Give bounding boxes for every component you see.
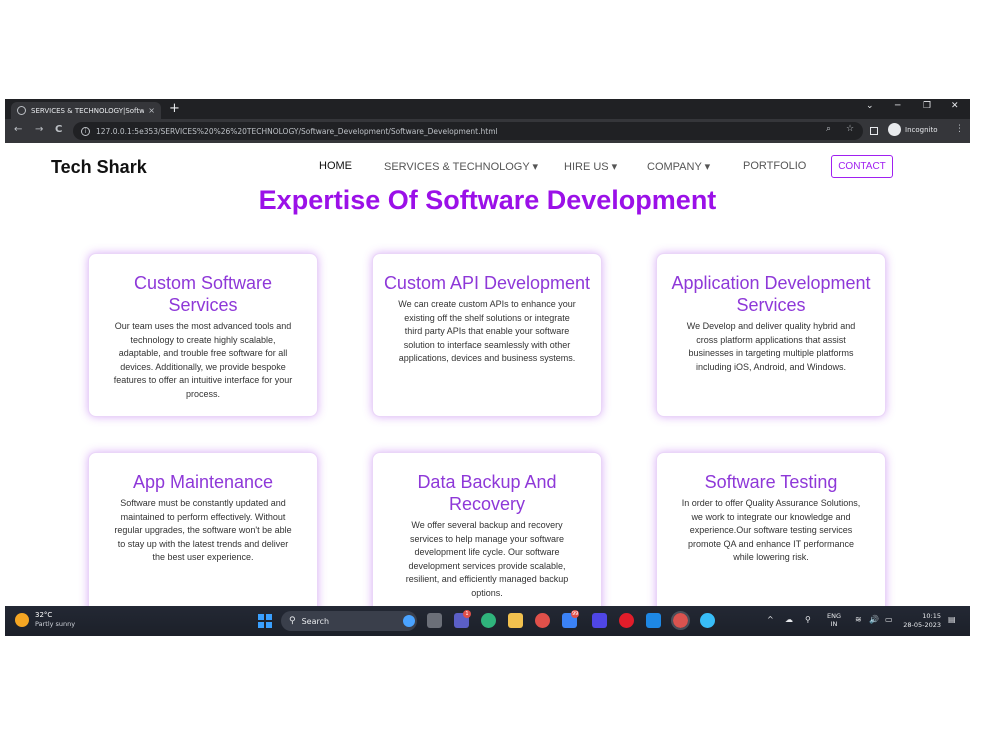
browser-toolbar: ← → C i 127.0.0.1:5e353/SERVICES%20%26%2… — [5, 119, 970, 143]
taskbar: 32°C Partly sunny ⚲ Search 1 99 ^ ☁ ⚲ EN… — [5, 606, 970, 636]
weather-widget[interactable]: 32°C Partly sunny — [15, 611, 75, 629]
teams-badge: 1 — [463, 610, 471, 618]
card-text: In order to offer Quality Assurance Solu… — [681, 498, 861, 562]
taskbar-search[interactable]: ⚲ Search — [281, 611, 417, 631]
card-title: Data Backup And Recovery — [417, 472, 557, 514]
search-placeholder: Search — [301, 616, 330, 626]
incognito-label: Incognito — [905, 125, 938, 134]
card-text: We Develop and deliver quality hybrid an… — [686, 321, 856, 372]
nav-company[interactable]: COMPANY ▾ — [647, 160, 710, 173]
address-bar[interactable]: i 127.0.0.1:5e353/SERVICES%20%26%20TECHN… — [73, 122, 863, 140]
service-card: Custom Software Services Our team uses t… — [88, 253, 318, 417]
service-card: Data Backup And Recovery We offer severa… — [372, 452, 602, 606]
lang-bottom: IN — [830, 620, 838, 628]
globe-icon — [17, 106, 26, 115]
browser-tab[interactable]: SERVICES & TECHNOLOGY|Softw × — [11, 102, 161, 119]
contact-button[interactable]: CONTACT — [831, 155, 893, 178]
lang-top: ENG — [827, 612, 842, 620]
clock-date: 28-05-2023 — [903, 621, 941, 629]
nav-hire-us[interactable]: HIRE US ▾ — [564, 160, 617, 173]
service-card: Application Development Services We Deve… — [656, 253, 886, 417]
page-title: Expertise Of Software Development — [258, 185, 717, 215]
weather-icon — [15, 613, 29, 627]
app-icon[interactable] — [592, 613, 607, 628]
search-icon: ⚲ — [289, 616, 296, 626]
card-text: Software must be constantly updated and … — [114, 498, 292, 562]
card-text: We offer several backup and recovery ser… — [405, 520, 569, 598]
bing-icon — [403, 615, 415, 627]
file-explorer-icon[interactable] — [508, 613, 523, 628]
temperature: 32°C — [35, 611, 53, 619]
card-title: App Maintenance — [132, 472, 274, 492]
language-indicator[interactable]: ENG IN — [827, 612, 841, 628]
chrome-icon[interactable] — [535, 613, 550, 628]
incognito-profile[interactable]: Incognito — [888, 123, 937, 136]
sidepanel-icon[interactable] — [870, 127, 878, 135]
card-text: We can create custom APIs to enhance you… — [398, 299, 576, 363]
maximize-button[interactable]: ❐ — [923, 101, 931, 111]
back-button[interactable]: ← — [14, 124, 22, 135]
desktop-screen: SERVICES & TECHNOLOGY|Softw × + ⌄ ─ ❐ ✕ … — [5, 99, 970, 636]
nav-services-technology[interactable]: SERVICES & TECHNOLOGY ▾ — [384, 160, 538, 173]
notification-icon[interactable]: ▤ — [948, 615, 956, 624]
new-tab-button[interactable]: + — [169, 101, 180, 117]
service-card: Custom API Development We can create cus… — [372, 253, 602, 417]
card-text: Our team uses the most advanced tools an… — [113, 321, 293, 399]
close-window-button[interactable]: ✕ — [951, 101, 959, 111]
mail-badge: 99 — [571, 610, 580, 618]
web-page: Tech Shark HOME SERVICES & TECHNOLOGY ▾ … — [5, 143, 970, 606]
zoom-icon[interactable]: ⌕ — [826, 124, 831, 134]
reload-button[interactable]: C — [55, 124, 62, 135]
minimize-button[interactable]: ─ — [895, 101, 900, 111]
card-title: Custom API Development — [383, 273, 591, 293]
star-icon[interactable]: ☆ — [846, 124, 854, 134]
opera-icon[interactable] — [619, 613, 634, 628]
clock[interactable]: 10:15 28-05-2023 — [901, 612, 941, 630]
nav-home[interactable]: HOME — [319, 160, 352, 172]
tab-search-chevron-icon[interactable]: ⌄ — [866, 101, 874, 111]
brand-logo[interactable]: Tech Shark — [51, 157, 147, 178]
service-card: App Maintenance Software must be constan… — [88, 452, 318, 606]
tab-title: SERVICES & TECHNOLOGY|Softw — [31, 106, 145, 115]
browser-tab-strip: SERVICES & TECHNOLOGY|Softw × + ⌄ ─ ❐ ✕ — [5, 99, 970, 119]
url-text: 127.0.0.1:5e353/SERVICES%20%26%20TECHNOL… — [96, 126, 498, 136]
edge-beta-icon[interactable] — [700, 613, 715, 628]
battery-icon[interactable]: ▭ — [885, 615, 893, 624]
speaker-icon[interactable]: 🔊 — [869, 615, 879, 624]
vscode-icon[interactable] — [646, 613, 661, 628]
windows-icon[interactable] — [258, 614, 272, 628]
card-title: Custom Software Services — [133, 273, 273, 315]
wifi-icon[interactable]: ≋ — [855, 615, 862, 624]
tray-expand-icon[interactable]: ^ — [767, 615, 774, 624]
tab-close-icon[interactable]: × — [148, 106, 155, 115]
chrome-incognito-icon[interactable] — [671, 611, 690, 630]
menu-icon[interactable]: ⋮ — [955, 124, 964, 134]
forward-button[interactable]: → — [35, 124, 43, 135]
mic-icon[interactable]: ⚲ — [805, 615, 811, 624]
card-title: Application Development Services — [671, 273, 871, 315]
weather-condition: Partly sunny — [35, 620, 76, 628]
nav-portfolio[interactable]: PORTFOLIO — [743, 160, 806, 172]
task-view-icon[interactable] — [427, 613, 442, 628]
incognito-icon — [888, 123, 901, 136]
cloud-icon[interactable]: ☁ — [785, 615, 793, 624]
edge-icon[interactable] — [481, 613, 496, 628]
clock-time: 10:15 — [922, 612, 941, 620]
info-icon[interactable]: i — [81, 126, 90, 136]
card-title: Software Testing — [704, 472, 838, 492]
service-card: Software Testing In order to offer Quali… — [656, 452, 886, 606]
